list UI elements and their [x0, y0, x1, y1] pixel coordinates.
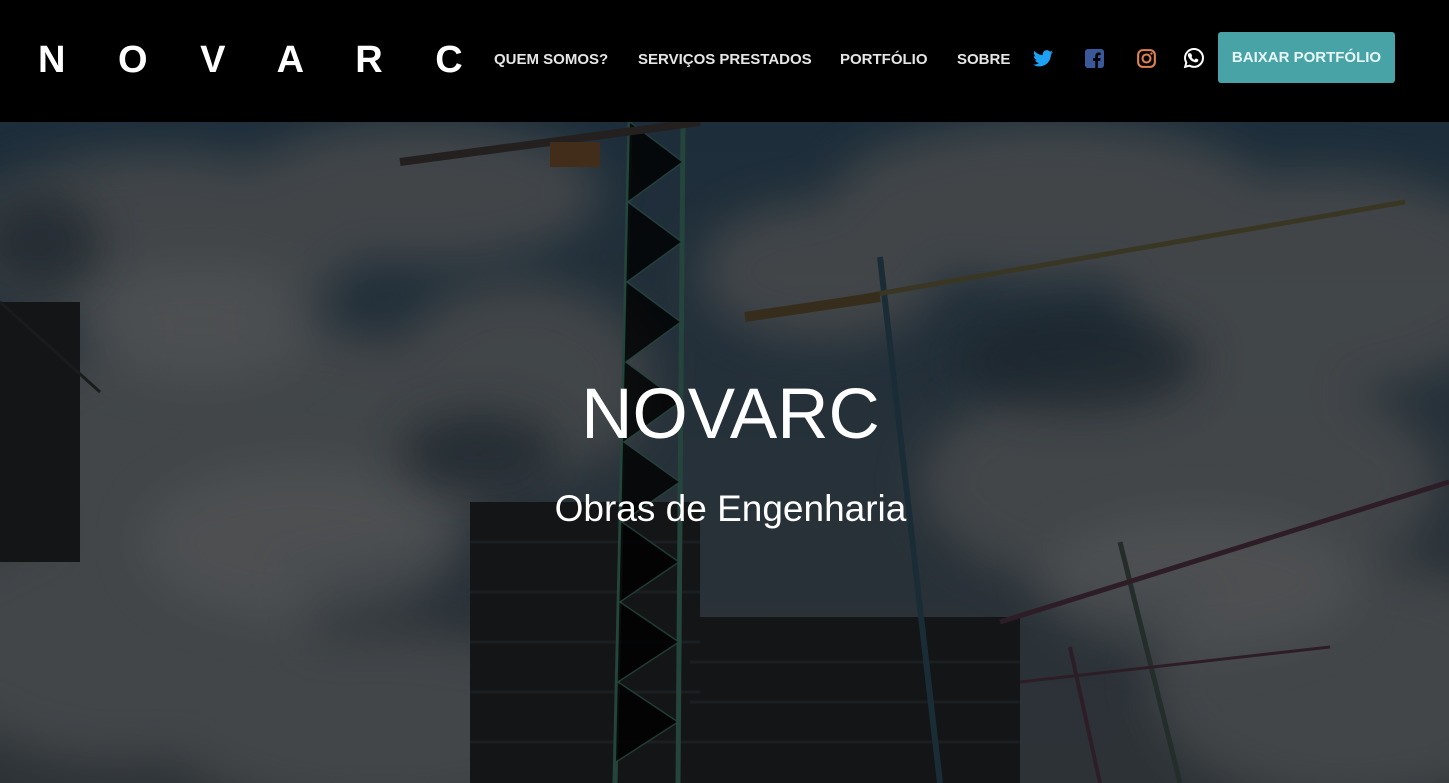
top-navbar: N O V A R C QUEM SOMOS? SERVIÇOS PRESTAD…: [0, 0, 1449, 122]
hero-banner: NOVARC Obras de Engenharia: [0, 122, 1449, 783]
hero-title: NOVARC: [581, 375, 880, 454]
nav-link-servicos[interactable]: SERVIÇOS PRESTADOS: [638, 50, 812, 70]
download-portfolio-button[interactable]: BAIXAR PORTFÓLIO: [1218, 32, 1395, 83]
site-logo[interactable]: N O V A R C: [38, 38, 484, 82]
facebook-icon[interactable]: [1083, 47, 1105, 69]
whatsapp-icon[interactable]: [1183, 47, 1205, 69]
instagram-icon[interactable]: [1135, 47, 1157, 69]
nav-link-portfolio[interactable]: PORTFÓLIO: [840, 50, 928, 70]
nav-link-quem-somos[interactable]: QUEM SOMOS?: [494, 50, 608, 70]
twitter-icon[interactable]: [1032, 47, 1054, 69]
nav-link-sobre[interactable]: SOBRE: [957, 50, 1010, 70]
hero-subtitle: Obras de Engenharia: [554, 488, 907, 529]
